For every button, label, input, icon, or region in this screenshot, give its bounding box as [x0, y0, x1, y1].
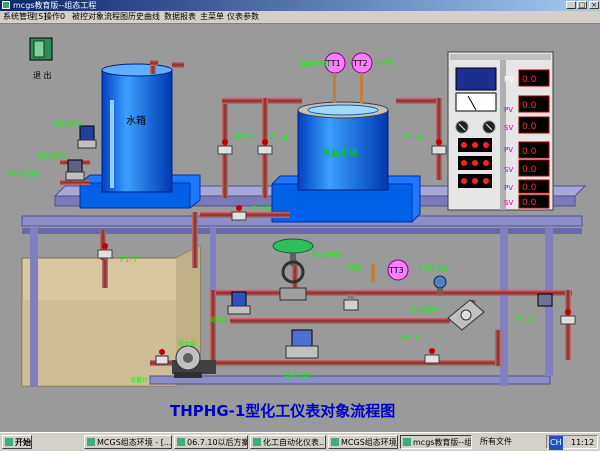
tt3-label: TT3	[388, 266, 404, 275]
menu-bar: 系统管理[S] 操作0 被控对象流程图 历史曲线 数据报表 主菜单 仪表参数	[0, 11, 600, 24]
window-title-bar: mcgs教育版--组态工程 _ □ ×	[0, 0, 600, 11]
reactor-tank[interactable]: 夹套水箱	[297, 101, 389, 191]
taskbar: 开始 MCGS组态环境 - [... 06.7.10以后方案 化工自动化仪表..…	[0, 432, 600, 451]
task-label-1: MCGS组态环境 - [...	[97, 438, 172, 447]
display-4: 0.0	[522, 147, 537, 157]
minimize-button[interactable]: _	[566, 1, 576, 9]
clock: 11:12	[571, 438, 595, 447]
inlet-solenoid-valve[interactable]	[77, 125, 97, 149]
display-5: 0.0	[522, 165, 537, 175]
menu-main[interactable]: 主菜单	[200, 11, 224, 23]
label-turbine: 涡轮流量计	[410, 306, 440, 314]
instrument-panel: 0.0 PV 0.0 PV 0.0 SV 0.0 PV 0.0 SV 0.0 P…	[447, 51, 554, 211]
display-2: 0.0	[522, 101, 537, 111]
tag-f1-4: F1-4	[270, 133, 288, 142]
windows-logo-icon	[5, 438, 13, 446]
label-temp-sensor: 温度传感器	[300, 60, 330, 68]
system-tray: CH 11:12	[546, 435, 598, 450]
label-heater: 加热器	[374, 58, 392, 66]
menu-data-report[interactable]: 数据报表	[164, 11, 196, 23]
close-button[interactable]: ×	[589, 1, 599, 9]
tt2-label: TT2	[352, 59, 368, 68]
label-level-sensor: 液位变送器	[8, 170, 38, 178]
reactor-label: 夹套水箱	[322, 147, 358, 159]
task-plan[interactable]: 06.7.10以后方案	[174, 435, 248, 449]
menu-flowchart[interactable]: 被控对象流程图	[72, 11, 128, 23]
water-tank[interactable]: 水箱	[101, 63, 173, 193]
mcgs-icon	[331, 438, 339, 446]
display-3: 0.0	[522, 122, 537, 132]
label-pump: 磁力泵	[178, 340, 196, 348]
task-mcgs-env-1[interactable]: MCGS组态环境 - [...	[84, 435, 172, 449]
task-label-4: MCGS组态环境 - [...	[341, 438, 397, 447]
sv-label-2: SV	[504, 124, 513, 132]
menu-instrument-params[interactable]: 仪表参数	[227, 11, 259, 23]
document-icon	[253, 438, 261, 446]
menu-history-curve[interactable]: 历史曲线	[128, 11, 160, 23]
tag-f1-3: F1-3	[235, 133, 253, 142]
start-label: 开始	[15, 438, 31, 447]
exit-label: 退 出	[33, 70, 52, 80]
drain-solenoid-valve[interactable]	[65, 159, 85, 181]
label-elec-valve: 电磁阀	[210, 316, 228, 324]
tag-f1-5: F1-5	[404, 133, 422, 142]
pv-label-2: PV	[504, 106, 513, 114]
label-flow-sensor: 流量计	[130, 376, 148, 384]
pv-label-1: PV	[504, 75, 515, 84]
mcgs-icon	[87, 438, 95, 446]
process-canvas: 退 出 水箱 夹套水箱 F1-3 F1-4 F1-5 F1-6 F1-7 F1-…	[0, 24, 600, 432]
maximize-button[interactable]: □	[577, 1, 587, 9]
window-title: mcgs教育版--组态工程	[13, 1, 97, 10]
tag-f1-2: F1-2	[516, 315, 534, 324]
label-motor-valve: 电动调节阀	[312, 251, 342, 259]
diagram-title: THPHG-1型化工仪表对象流程图	[170, 402, 395, 420]
label-electromag: 电磁流量计	[284, 372, 314, 380]
exit-button[interactable]: 退 出	[29, 37, 53, 80]
mcgs-icon	[403, 438, 411, 446]
label-inlet-valve: 进水电磁阀	[52, 120, 82, 128]
label-pressure: 压力变送器	[418, 264, 448, 272]
sv-label-4: SV	[504, 199, 513, 207]
task-mcgs-edu[interactable]: mcgs教育版--组...	[400, 435, 472, 449]
task-mcgs-env-2[interactable]: MCGS组态环境 - [...	[328, 435, 398, 449]
right-solenoid-valve[interactable]	[537, 293, 553, 307]
process-diagram: 退 出 水箱 夹套水箱 F1-3 F1-4 F1-5 F1-6 F1-7 F1-…	[0, 24, 600, 432]
task-label-3: 化工自动化仪表...	[263, 438, 326, 447]
folder-icon	[177, 438, 185, 446]
display-1: 0.0	[522, 75, 537, 85]
task-chem-instruments[interactable]: 化工自动化仪表...	[250, 435, 326, 449]
water-tank-label: 水箱	[126, 114, 146, 127]
label-cooling: 冷却水	[345, 264, 363, 272]
tag-f1-7: F1-7	[120, 255, 138, 264]
menu-operation[interactable]: 操作0	[44, 11, 65, 23]
pv-label-4: PV	[504, 184, 513, 192]
sv-label-3: SV	[504, 166, 513, 174]
task-label-2: 06.7.10以后方案	[187, 438, 248, 447]
menu-system[interactable]: 系统管理[S]	[3, 11, 46, 23]
pv-label-3: PV	[504, 146, 513, 154]
task-label-5: mcgs教育版--组...	[413, 438, 472, 447]
start-button[interactable]: 开始	[2, 435, 32, 449]
label-drain-valve: 泄水电磁阀	[36, 152, 66, 160]
app-icon	[2, 1, 10, 9]
tag-f1-6: F1-6	[252, 205, 270, 214]
ime-indicator[interactable]: CH	[549, 436, 563, 450]
display-7: 0.0	[522, 198, 537, 208]
tag-f1-1: F1-1	[402, 335, 420, 344]
display-6: 0.0	[522, 183, 537, 193]
all-files-label[interactable]: 所有文件	[480, 435, 512, 449]
